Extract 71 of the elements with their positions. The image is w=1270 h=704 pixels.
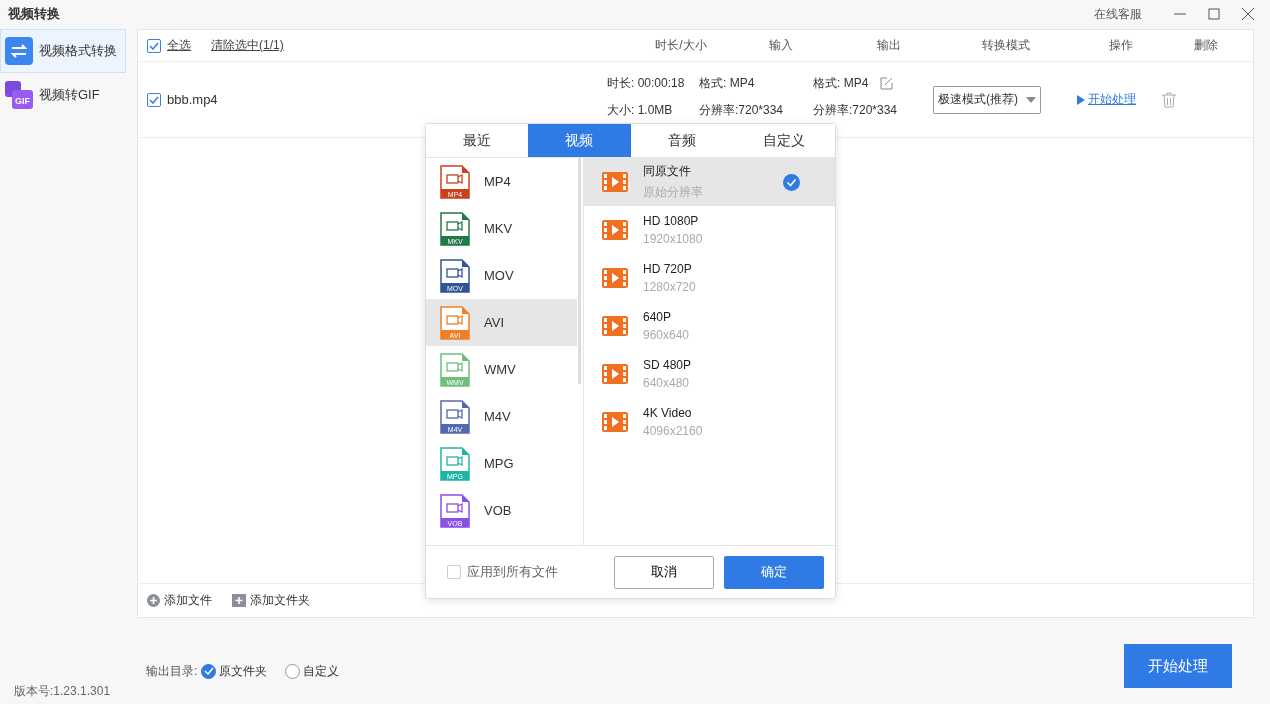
- confirm-button[interactable]: 确定: [724, 555, 824, 589]
- format-tab[interactable]: 最近: [426, 124, 529, 157]
- film-play-icon: [601, 171, 629, 193]
- output-dir-label: 输出目录:: [146, 662, 198, 680]
- swap-arrows-icon: [5, 37, 33, 65]
- cancel-button[interactable]: 取消: [614, 555, 714, 589]
- resolution-item[interactable]: HD 1080P 1920x1080: [584, 206, 835, 254]
- column-header: 时长/大小: [654, 37, 708, 54]
- start-processing-link[interactable]: 开始处理: [1077, 91, 1136, 108]
- format-tab[interactable]: 视频: [528, 124, 631, 157]
- preset-resolution: 1280x720: [643, 280, 697, 294]
- resolution-item[interactable]: HD 720P 1280x720: [584, 254, 835, 302]
- column-header: 输出: [875, 37, 902, 54]
- resolution-item[interactable]: 640P 960x640: [584, 302, 835, 350]
- trash-icon[interactable]: [1162, 91, 1176, 108]
- row-checkbox[interactable]: [147, 92, 161, 107]
- film-play-icon: [601, 315, 629, 337]
- film-play-icon: [601, 267, 629, 289]
- preset-title: 同原文件: [643, 163, 692, 180]
- output-format-text: 格式: MP4: [813, 74, 869, 92]
- preset-resolution: 4096x2160: [643, 424, 704, 438]
- edit-icon[interactable]: [880, 76, 894, 90]
- start-button[interactable]: 开始处理: [1124, 644, 1232, 688]
- preset-resolution: 960x640: [643, 328, 691, 342]
- resolution-item[interactable]: 4K Video 4096x2160: [584, 398, 835, 446]
- select-all-checkbox[interactable]: [147, 38, 161, 53]
- radio-label: 原文件夹: [219, 662, 268, 680]
- maximize-icon: [1208, 8, 1220, 20]
- online-service-link[interactable]: 在线客服: [1094, 5, 1142, 23]
- radio-button[interactable]: [285, 663, 301, 679]
- play-icon: [1077, 94, 1085, 105]
- preset-title: SD 480P: [643, 358, 693, 372]
- column-header: 操作: [1108, 37, 1134, 54]
- file-name: bbb.mp4: [167, 92, 219, 107]
- clear-selection-link[interactable]: 清除选中(1/1): [211, 37, 631, 54]
- column-header: 输入: [768, 37, 794, 54]
- preset-title: 4K Video: [643, 406, 693, 420]
- preset-resolution: 1920x1080: [643, 232, 704, 246]
- column-header: 转换模式: [981, 37, 1031, 54]
- resolution-item[interactable]: SD 480P 640x480: [584, 350, 835, 398]
- preset-title: HD 720P: [643, 262, 693, 276]
- sidebar-item[interactable]: 视频格式转换: [0, 29, 126, 73]
- column-header: 删除: [1193, 37, 1219, 54]
- add-folder-button[interactable]: 添加文件夹: [232, 592, 310, 609]
- add-file-button[interactable]: 添加文件: [147, 592, 212, 609]
- size-text: 大小: 1.0MB: [607, 101, 674, 119]
- radio-button[interactable]: [201, 663, 217, 679]
- radio-label: 自定义: [303, 662, 340, 680]
- add-folder-icon: [232, 594, 246, 607]
- input-format-text: 格式: MP4: [699, 74, 756, 92]
- film-play-icon: [601, 363, 629, 385]
- output-resolution-text: 分辨率:720*334: [813, 101, 899, 119]
- preset-title: 640P: [643, 310, 673, 324]
- window-title: 视频转换: [8, 5, 61, 23]
- close-icon: [1242, 8, 1254, 20]
- film-play-icon: [601, 411, 629, 433]
- caret-icon: [1026, 96, 1036, 103]
- select-all-link[interactable]: 全选: [167, 37, 191, 54]
- apply-all-checkbox[interactable]: [447, 565, 461, 579]
- preset-title: HD 1080P: [643, 214, 700, 228]
- format-tab[interactable]: 自定义: [732, 124, 835, 157]
- apply-all-label: 应用到所有文件: [467, 563, 558, 581]
- version-text: 版本号:1.23.1.301: [14, 683, 111, 700]
- duration-text: 时长: 00:00:18: [607, 74, 686, 92]
- mode-dropdown[interactable]: 极速模式(推荐): [933, 85, 1041, 114]
- film-play-icon: [601, 219, 629, 241]
- sidebar-item[interactable]: GIF 视频转GIF: [0, 73, 126, 117]
- preset-resolution: 640x480: [643, 376, 691, 390]
- plus-circle-icon: [147, 594, 160, 607]
- check-circle-icon: [783, 173, 800, 191]
- input-resolution-text: 分辨率:720*334: [699, 101, 785, 119]
